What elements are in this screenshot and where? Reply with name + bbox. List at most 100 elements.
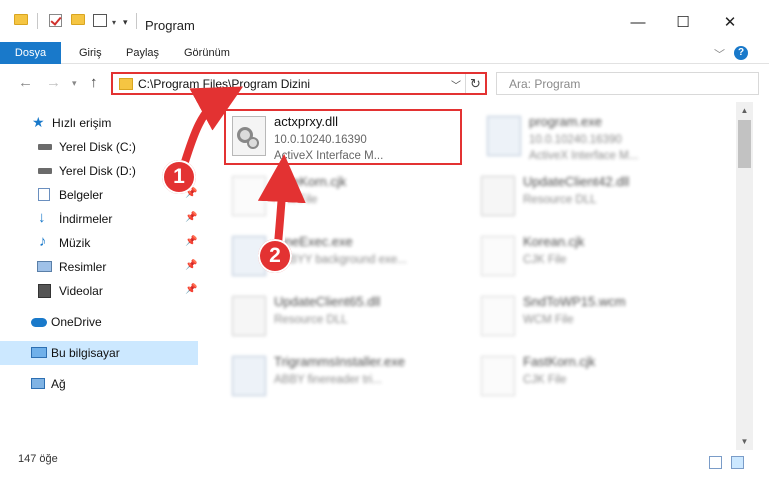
file-item-updateclient42[interactable]: UpdateClient42.dll Resource DLL xyxy=(475,166,715,224)
file-item-sndtowp15[interactable]: SndToWP15.wcm WCM File xyxy=(475,286,715,344)
status-bar: 147 öğe xyxy=(0,450,769,483)
file-name: UpdateClient42.dll xyxy=(523,174,630,189)
search-input[interactable]: Ara: Program xyxy=(496,72,759,95)
toolbar-divider xyxy=(37,13,38,29)
document-icon xyxy=(481,356,515,396)
exe-icon xyxy=(487,116,521,156)
computer-icon xyxy=(31,347,47,358)
address-bar[interactable]: C:\Program Files\Program Dizini ﹀ ↻ xyxy=(111,72,487,95)
file-type: CJK File xyxy=(523,254,567,266)
documents-icon xyxy=(38,188,50,201)
cloud-icon xyxy=(31,318,47,327)
sidebar-item-label: Yerel Disk (C:) xyxy=(59,140,136,154)
star-icon: ★ xyxy=(32,114,45,130)
file-name: Korean.cjk xyxy=(523,234,585,249)
file-name: FineKorn.cjk xyxy=(274,174,347,189)
large-icons-view-icon[interactable] xyxy=(731,456,744,469)
address-history-icon[interactable]: ﹀ xyxy=(451,77,461,92)
pin-icon[interactable]: 📌 xyxy=(185,260,197,271)
pin-icon[interactable]: 📌 xyxy=(185,236,197,247)
sidebar-item-disk-c[interactable]: Yerel Disk (C:) xyxy=(0,135,198,159)
network-icon xyxy=(31,378,45,389)
tab-paylas[interactable]: Paylaş xyxy=(126,42,159,64)
video-icon xyxy=(38,284,51,298)
properties-check-icon[interactable] xyxy=(49,14,62,27)
toolbar-divider xyxy=(136,13,137,29)
sidebar-item-label: Ağ xyxy=(51,377,66,391)
sidebar-item-this-pc[interactable]: Bu bilgisayar xyxy=(0,341,198,365)
forward-arrow-icon[interactable]: → xyxy=(46,74,61,92)
drive-icon xyxy=(38,144,52,150)
sidebar-item-label: Resimler xyxy=(59,260,107,274)
step-one-badge: 1 xyxy=(162,160,196,194)
drive-icon xyxy=(38,168,52,174)
new-folder-icon[interactable] xyxy=(71,14,85,25)
recent-locations-icon[interactable]: ▾ xyxy=(72,74,77,92)
download-icon: ↓ xyxy=(38,209,46,226)
window-title: Program xyxy=(145,18,195,33)
sidebar-item-videos[interactable]: Videolar 📌 xyxy=(0,279,198,303)
vertical-scrollbar[interactable]: ▲ ▼ xyxy=(736,102,753,450)
ribbon: Dosya Giriş Paylaş Görünüm ﹀ ? xyxy=(0,42,769,64)
scroll-up-icon[interactable]: ▲ xyxy=(736,102,753,119)
sidebar-item-label: Bu bilgisayar xyxy=(51,346,120,360)
maximize-button[interactable]: ☐ xyxy=(673,14,693,32)
refresh-icon[interactable]: ↻ xyxy=(465,74,485,93)
scroll-thumb[interactable] xyxy=(738,120,751,168)
expand-ribbon-icon[interactable]: ﹀ xyxy=(714,46,725,62)
dll-gear-icon xyxy=(481,176,515,216)
sidebar-item-onedrive[interactable]: OneDrive xyxy=(0,310,198,334)
properties-icon[interactable] xyxy=(93,14,107,27)
document-icon xyxy=(481,236,515,276)
file-name: TrigrammsInstaller.exe xyxy=(274,354,405,369)
tab-dosya[interactable]: Dosya xyxy=(0,42,61,64)
file-item-trigramms[interactable]: TrigrammsInstaller.exe ABBY finereader t… xyxy=(226,346,466,404)
title-bar: ▾ ▾ Program — ☐ ✕ xyxy=(0,0,769,42)
sidebar-item-label: Belgeler xyxy=(59,188,104,202)
file-name: program.exe xyxy=(529,114,602,129)
sidebar-item-label: İndirmeler xyxy=(59,212,113,226)
file-item-program-exe[interactable]: program.exe 10.0.10240.16390 ActiveX Int… xyxy=(481,106,721,164)
file-type: Resource DLL xyxy=(523,194,597,206)
file-type: CJK File xyxy=(523,374,567,386)
address-path[interactable]: C:\Program Files\Program Dizini xyxy=(138,77,310,91)
sidebar-item-music[interactable]: ♪ Müzik 📌 xyxy=(0,231,198,255)
file-item-finekorn[interactable]: FineKorn.cjk CJK File xyxy=(226,166,466,224)
file-highlight-box xyxy=(224,109,462,165)
tab-giris[interactable]: Giriş xyxy=(79,42,102,64)
details-view-icon[interactable] xyxy=(709,456,722,469)
scroll-down-icon[interactable]: ▼ xyxy=(736,433,753,450)
sidebar-item-quick-access[interactable]: ★ Hızlı erişim xyxy=(0,111,198,135)
close-button[interactable]: ✕ xyxy=(720,14,740,32)
folder-icon xyxy=(119,78,133,90)
quick-access-folder-icon[interactable] xyxy=(14,14,28,25)
pin-icon[interactable]: 📌 xyxy=(185,212,197,223)
sidebar-item-label: Müzik xyxy=(59,236,91,250)
navigation-pane: ★ Hızlı erişim Yerel Disk (C:) Yerel Dis… xyxy=(0,102,203,450)
help-icon[interactable]: ? xyxy=(734,46,748,60)
file-type: ABBYY background exe... xyxy=(274,254,407,266)
tab-gorunum[interactable]: Görünüm xyxy=(184,42,230,64)
file-item-korean[interactable]: Korean.cjk CJK File xyxy=(475,226,715,284)
minimize-button[interactable]: — xyxy=(628,14,648,32)
file-item-fastkorn[interactable]: FastKorn.cjk CJK File xyxy=(475,346,715,404)
sidebar-item-label: Videolar xyxy=(59,284,103,298)
sidebar-item-label: OneDrive xyxy=(51,315,102,329)
sidebar-item-pictures[interactable]: Resimler 📌 xyxy=(0,255,198,279)
music-icon: ♪ xyxy=(39,233,47,250)
up-arrow-icon[interactable]: ↑ xyxy=(90,74,98,92)
file-item-updateclient65[interactable]: UpdateClient65.dll Resource DLL xyxy=(226,286,466,344)
file-name: SndToWP15.wcm xyxy=(523,294,626,309)
sidebar-item-downloads[interactable]: ↓ İndirmeler 📌 xyxy=(0,207,198,231)
chevron-down-icon[interactable]: ▾ xyxy=(112,18,116,27)
navigation-bar: ← → ▾ ↑ C:\Program Files\Program Dizini … xyxy=(0,64,769,102)
customize-toolbar-icon[interactable]: ▾ xyxy=(123,17,128,28)
pin-icon[interactable]: 📌 xyxy=(185,284,197,295)
sidebar-item-network[interactable]: Ağ xyxy=(0,372,198,396)
sidebar-item-label: Hızlı erişim xyxy=(52,116,112,130)
file-type: CJK File xyxy=(274,194,318,206)
pictures-icon xyxy=(37,261,52,272)
exe-icon xyxy=(232,356,266,396)
document-icon xyxy=(481,296,515,336)
back-arrow-icon[interactable]: ← xyxy=(18,74,33,92)
